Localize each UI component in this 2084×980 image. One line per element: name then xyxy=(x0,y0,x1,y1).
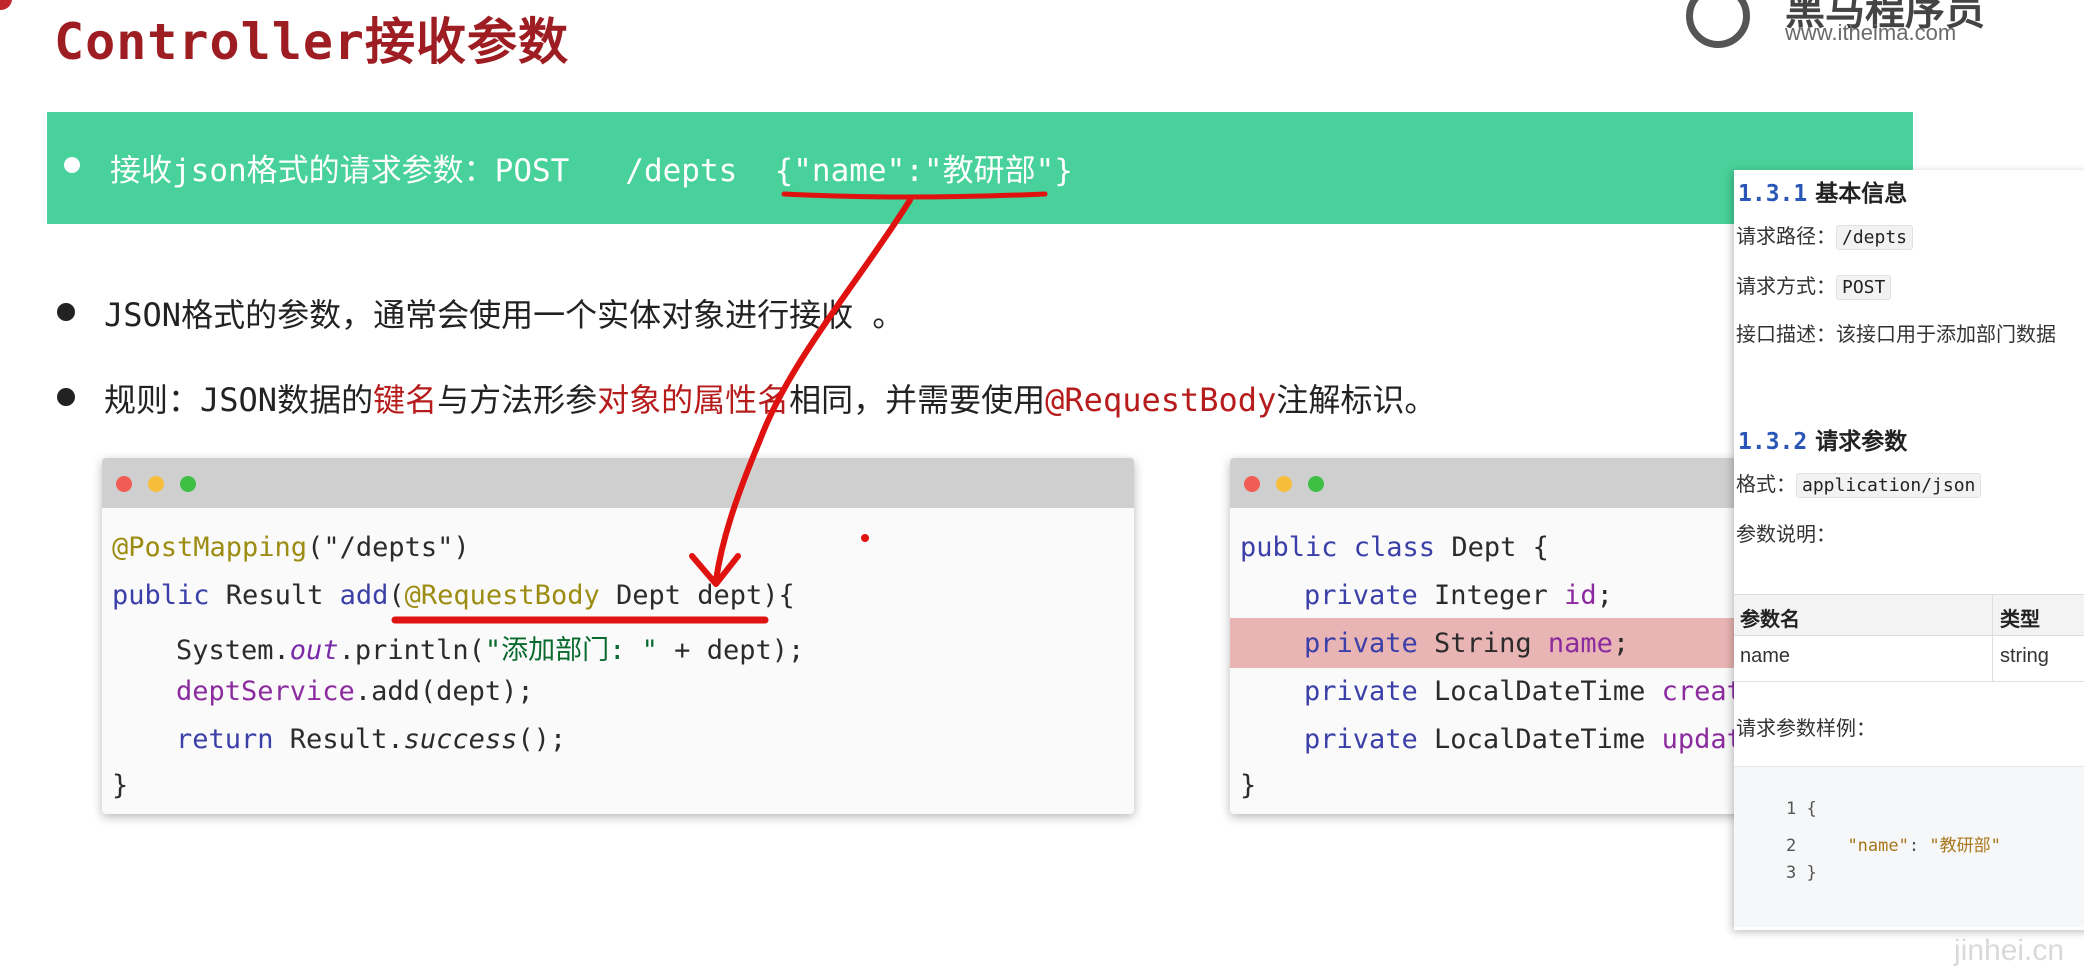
red-annotation-layer xyxy=(391,191,1048,624)
annotation-arrow-shaft xyxy=(713,197,913,583)
underline-json-body xyxy=(781,191,1048,200)
watermark: jinhei.cn xyxy=(1954,934,2065,967)
annotation-dot xyxy=(861,534,869,542)
